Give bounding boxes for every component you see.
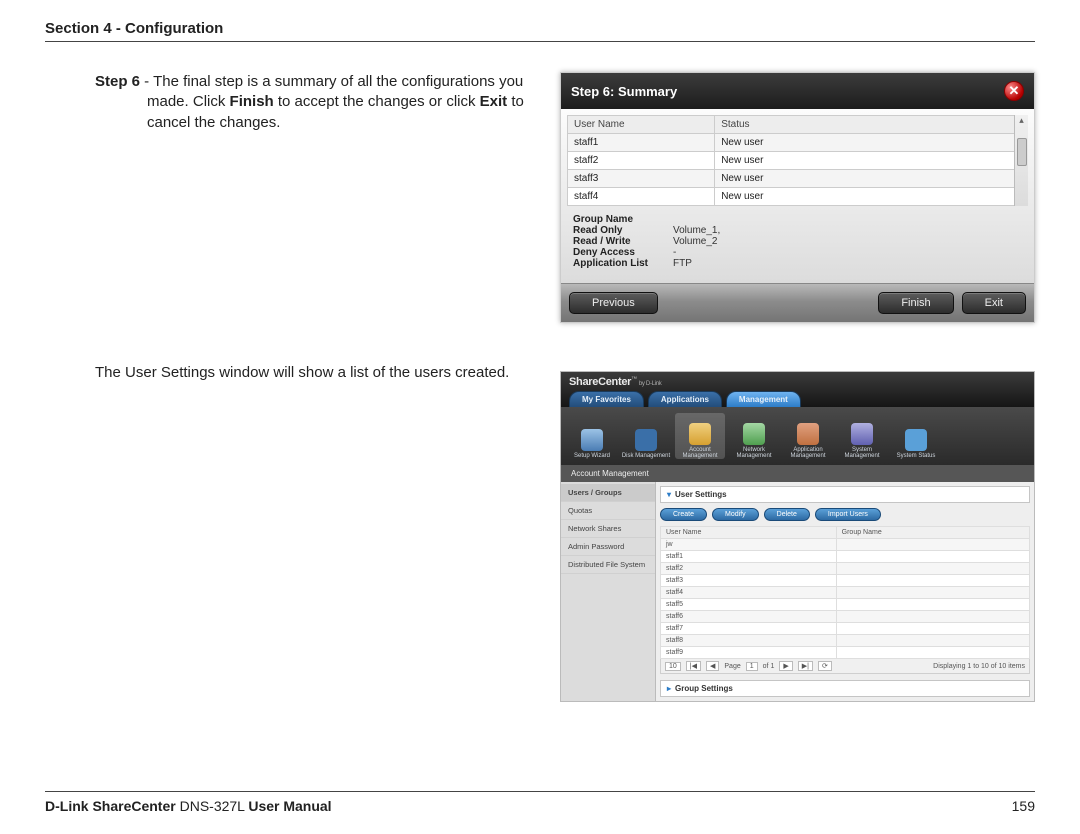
ribbon-app-mgmt[interactable]: Application Management: [783, 413, 833, 459]
table-row: staff4New user: [568, 188, 1028, 206]
page-number: 159: [1012, 798, 1035, 814]
exit-button[interactable]: Exit: [962, 292, 1026, 314]
summary-properties: Group Name Read OnlyVolume_1, Read / Wri…: [567, 206, 1028, 277]
ribbon-disk-mgmt[interactable]: Disk Management: [621, 413, 671, 459]
section-header: Section 4 - Configuration: [45, 20, 1035, 37]
ribbon-system-status[interactable]: System Status: [891, 413, 941, 459]
refresh-icon[interactable]: ⟳: [818, 661, 832, 671]
wizard-icon: [581, 429, 603, 451]
sidebar-item-quotas[interactable]: Quotas: [561, 502, 655, 520]
modify-button[interactable]: Modify: [712, 508, 759, 521]
sidebar-item-admin-password[interactable]: Admin Password: [561, 538, 655, 556]
step6-paragraph: Step 6 - The final step is a summary of …: [95, 72, 540, 133]
network-icon: [743, 423, 765, 445]
last-page-icon[interactable]: ▶|: [798, 661, 813, 671]
list-item: staff7: [661, 623, 1030, 635]
panel-group-settings[interactable]: Group Settings: [660, 680, 1030, 697]
list-item: staff1: [661, 551, 1030, 563]
col-status: Status: [715, 116, 1028, 134]
sidebar: Users / Groups Quotas Network Shares Adm…: [561, 482, 656, 701]
sidebar-item-dfs[interactable]: Distributed File System: [561, 556, 655, 574]
previous-button[interactable]: Previous: [569, 292, 658, 314]
tab-management[interactable]: Management: [726, 391, 801, 407]
list-item: jw: [661, 539, 1030, 551]
table-row: staff1New user: [568, 134, 1028, 152]
ribbon-network-mgmt[interactable]: Network Management: [729, 413, 779, 459]
list-item: staff4: [661, 587, 1030, 599]
table-row: staff3New user: [568, 170, 1028, 188]
grid-col-username: User Name: [661, 527, 837, 539]
table-row: staff2New user: [568, 152, 1028, 170]
sidebar-item-users-groups[interactable]: Users / Groups: [561, 484, 655, 502]
first-page-icon[interactable]: |◀: [686, 661, 701, 671]
users-grid: User NameGroup Name jw staff1 staff2 sta…: [660, 526, 1030, 659]
list-item: staff9: [661, 647, 1030, 659]
app-icon: [797, 423, 819, 445]
list-item: staff3: [661, 575, 1030, 587]
list-item: staff6: [661, 611, 1030, 623]
brand: ShareCenter™by D-Link: [569, 376, 661, 388]
grid-col-groupname: Group Name: [836, 527, 1029, 539]
tab-applications[interactable]: Applications: [648, 391, 722, 407]
list-item: staff2: [661, 563, 1030, 575]
system-icon: [851, 423, 873, 445]
next-page-icon[interactable]: ▶: [779, 661, 792, 671]
delete-button[interactable]: Delete: [764, 508, 810, 521]
ribbon: Setup Wizard Disk Management Account Man…: [561, 407, 1034, 465]
summary-dialog: Step 6: Summary ✕ User Name Status staff…: [560, 72, 1035, 323]
import-users-button[interactable]: Import Users: [815, 508, 881, 521]
col-username: User Name: [568, 116, 715, 134]
tab-favorites[interactable]: My Favorites: [569, 391, 644, 407]
dialog-titlebar: Step 6: Summary ✕: [561, 73, 1034, 109]
page-footer: D-Link ShareCenter DNS-327L User Manual …: [45, 791, 1035, 814]
summary-table: User Name Status staff1New user staff2Ne…: [567, 115, 1028, 206]
ribbon-account-mgmt[interactable]: Account Management: [675, 413, 725, 459]
breadcrumb: Account Management: [561, 465, 1034, 482]
pager-info: Displaying 1 to 10 of 10 items: [933, 663, 1025, 670]
header-rule: [45, 41, 1035, 42]
sidebar-item-network-shares[interactable]: Network Shares: [561, 520, 655, 538]
step-label: Step 6: [95, 73, 140, 90]
close-icon[interactable]: ✕: [1004, 81, 1024, 101]
sharecenter-app: ShareCenter™by D-Link My Favorites Appli…: [560, 371, 1035, 702]
list-item: staff5: [661, 599, 1030, 611]
list-item: staff8: [661, 635, 1030, 647]
prev-page-icon[interactable]: ◀: [706, 661, 719, 671]
disk-icon: [635, 429, 657, 451]
page-input[interactable]: 1: [746, 662, 758, 671]
create-button[interactable]: Create: [660, 508, 707, 521]
dialog-title: Step 6: Summary: [571, 84, 677, 99]
ribbon-system-mgmt[interactable]: System Management: [837, 413, 887, 459]
ribbon-setup-wizard[interactable]: Setup Wizard: [567, 413, 617, 459]
status-icon: [905, 429, 927, 451]
page-size-select[interactable]: 10: [665, 662, 681, 671]
account-icon: [689, 423, 711, 445]
user-settings-paragraph: The User Settings window will show a lis…: [95, 363, 540, 383]
scrollbar[interactable]: ▴: [1014, 115, 1028, 206]
panel-user-settings[interactable]: User Settings: [660, 486, 1030, 503]
finish-button[interactable]: Finish: [878, 292, 953, 314]
pager: 10 |◀ ◀ Page 1 of 1 ▶ ▶| ⟳ Displaying 1 …: [660, 659, 1030, 674]
